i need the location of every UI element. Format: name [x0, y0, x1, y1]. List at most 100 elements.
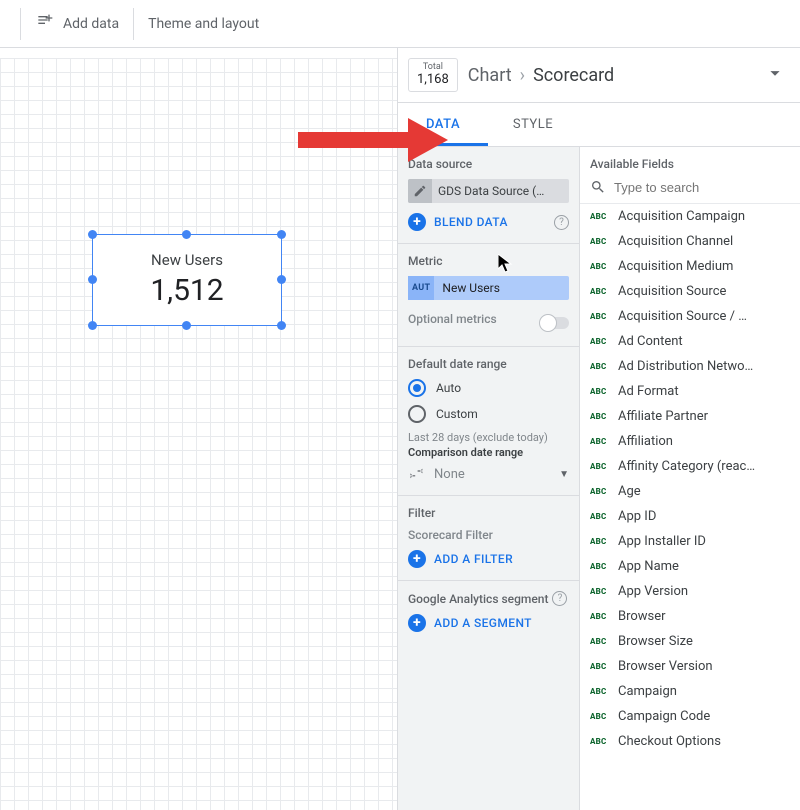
theme-layout-label: Theme and layout	[148, 16, 259, 32]
data-source-name: GDS Data Source (…	[432, 184, 569, 198]
field-row[interactable]: ABCAcquisition Source / …	[580, 304, 800, 329]
search-icon	[590, 179, 606, 195]
field-row[interactable]: ABC Browser Size	[580, 629, 800, 654]
radio-auto[interactable]: Auto	[408, 379, 569, 397]
resize-handle[interactable]	[88, 321, 97, 330]
canvas-grid	[0, 58, 397, 810]
filter-section: Filter Scorecard Filter + ADD A FILTER	[398, 496, 579, 581]
filter-subtitle: Scorecard Filter	[408, 528, 569, 542]
comparison-dropdown[interactable]: None ▼	[408, 465, 569, 483]
canvas-area[interactable]: New Users 1,512	[0, 48, 398, 810]
field-row[interactable]: ABCAd Format	[580, 379, 800, 404]
field-row[interactable]: ABCAd Distribution Netwo…	[580, 354, 800, 379]
field-label: Affiliation	[618, 434, 673, 449]
field-row[interactable]: ABCAcquisition Source	[580, 279, 800, 304]
field-row[interactable]: ABCAd Content	[580, 329, 800, 354]
add-segment-label: ADD A SEGMENT	[434, 616, 532, 630]
field-label: App Installer ID	[618, 534, 706, 549]
panel-tabs: DATA STYLE	[398, 103, 800, 147]
field-label: Browser Version	[618, 659, 713, 674]
resize-handle[interactable]	[182, 321, 191, 330]
field-type-badge: ABC	[590, 512, 610, 521]
scorecard-widget[interactable]: New Users 1,512	[92, 234, 282, 326]
field-type-badge: ABC	[590, 262, 610, 271]
breadcrumb[interactable]: Chart › Scorecard	[468, 65, 754, 86]
field-row[interactable]: ABCBrowser Version	[580, 654, 800, 679]
field-type-badge: ABC	[590, 737, 610, 746]
field-label: Ad Content	[618, 334, 683, 349]
field-row[interactable]: ABCApp Installer ID	[580, 529, 800, 554]
field-row[interactable]: ABCBrowser	[580, 604, 800, 629]
date-range-section: Default date range Auto Custom Last 28 d…	[398, 347, 579, 496]
field-label: Browser Size	[618, 634, 693, 649]
field-type-badge: ABC	[590, 612, 610, 621]
blend-data-link[interactable]: BLEND DATA	[434, 215, 546, 229]
help-icon[interactable]: ?	[552, 591, 567, 606]
field-row[interactable]: ABCAge	[580, 479, 800, 504]
add-data-button[interactable]: Add data	[25, 6, 129, 42]
top-toolbar: Add data Theme and layout	[0, 0, 800, 48]
field-row[interactable]: ABCAffiliate Partner	[580, 404, 800, 429]
breadcrumb-current: Scorecard	[533, 65, 614, 86]
resize-handle[interactable]	[277, 275, 286, 284]
optional-metrics-toggle[interactable]	[541, 317, 569, 329]
data-source-section: Data source GDS Data Source (… + BLEND D…	[398, 147, 579, 244]
chevron-down-icon[interactable]	[764, 62, 786, 88]
data-source-chip[interactable]: GDS Data Source (…	[408, 179, 569, 203]
chart-thumbnail[interactable]: Total 1,168	[408, 58, 458, 92]
field-label: Affiliate Partner	[618, 409, 708, 424]
field-label: Affinity Category (reac…	[618, 459, 755, 474]
field-row[interactable]: ABCAcquisition Campaign	[580, 204, 800, 229]
resize-handle[interactable]	[277, 321, 286, 330]
fields-list[interactable]: ABCAcquisition CampaignABCAcquisition Ch…	[580, 204, 800, 810]
add-filter-link[interactable]: + ADD A FILTER	[408, 550, 569, 568]
field-label: Age	[618, 484, 641, 499]
field-label: Ad Format	[618, 384, 679, 399]
field-row[interactable]: ABC App Version	[580, 579, 800, 604]
fields-search[interactable]	[580, 177, 800, 204]
resize-handle[interactable]	[88, 275, 97, 284]
pencil-icon[interactable]	[408, 179, 432, 203]
field-label: Acquisition Medium	[618, 259, 733, 274]
field-type-badge: ABC	[590, 587, 610, 596]
fields-search-input[interactable]	[614, 180, 790, 195]
resize-handle[interactable]	[88, 230, 97, 239]
field-row[interactable]: ABCAffinity Category (reac…	[580, 454, 800, 479]
radio-custom[interactable]: Custom	[408, 405, 569, 423]
tab-data[interactable]: DATA	[398, 103, 488, 146]
field-row[interactable]: ABCAffiliation	[580, 429, 800, 454]
field-row[interactable]: ABCCampaign Code	[580, 704, 800, 729]
field-label: App ID	[618, 509, 656, 524]
breadcrumb-root: Chart	[468, 65, 512, 86]
field-type-badge: ABC	[590, 562, 610, 571]
resize-handle[interactable]	[277, 230, 286, 239]
add-segment-link[interactable]: + ADD A SEGMENT	[408, 614, 569, 632]
field-row[interactable]: ABC Acquisition Medium	[580, 254, 800, 279]
field-row[interactable]: ABC Campaign	[580, 679, 800, 704]
help-icon[interactable]: ?	[554, 215, 569, 230]
comparison-value: None	[434, 467, 551, 482]
theme-layout-button[interactable]: Theme and layout	[138, 10, 269, 38]
field-type-badge: ABC	[590, 687, 610, 696]
field-label: Campaign	[618, 684, 677, 699]
thumb-value: 1,168	[417, 73, 449, 87]
field-row[interactable]: ABC Checkout Options	[580, 729, 800, 754]
section-title: Data source	[408, 157, 569, 171]
toolbar-divider	[20, 8, 21, 40]
field-row[interactable]: ABC App ID	[580, 504, 800, 529]
field-label: Campaign Code	[618, 709, 710, 724]
resize-handle[interactable]	[182, 230, 191, 239]
metric-chip[interactable]: AUT New Users	[408, 276, 569, 300]
section-title: Metric	[408, 254, 569, 268]
field-type-badge: ABC	[590, 637, 610, 646]
plus-icon[interactable]: +	[408, 213, 426, 231]
field-label: Checkout Options	[618, 734, 721, 749]
ga-segment-section: Google Analytics segment ? + ADD A SEGME…	[398, 581, 579, 644]
field-label: Acquisition Campaign	[618, 209, 745, 224]
section-title: Default date range	[408, 357, 569, 371]
add-filter-label: ADD A FILTER	[434, 552, 513, 566]
field-label: App Version	[618, 584, 688, 599]
field-row[interactable]: ABCAcquisition Channel	[580, 229, 800, 254]
field-row[interactable]: ABCApp Name	[580, 554, 800, 579]
tab-style[interactable]: STYLE	[488, 103, 578, 146]
